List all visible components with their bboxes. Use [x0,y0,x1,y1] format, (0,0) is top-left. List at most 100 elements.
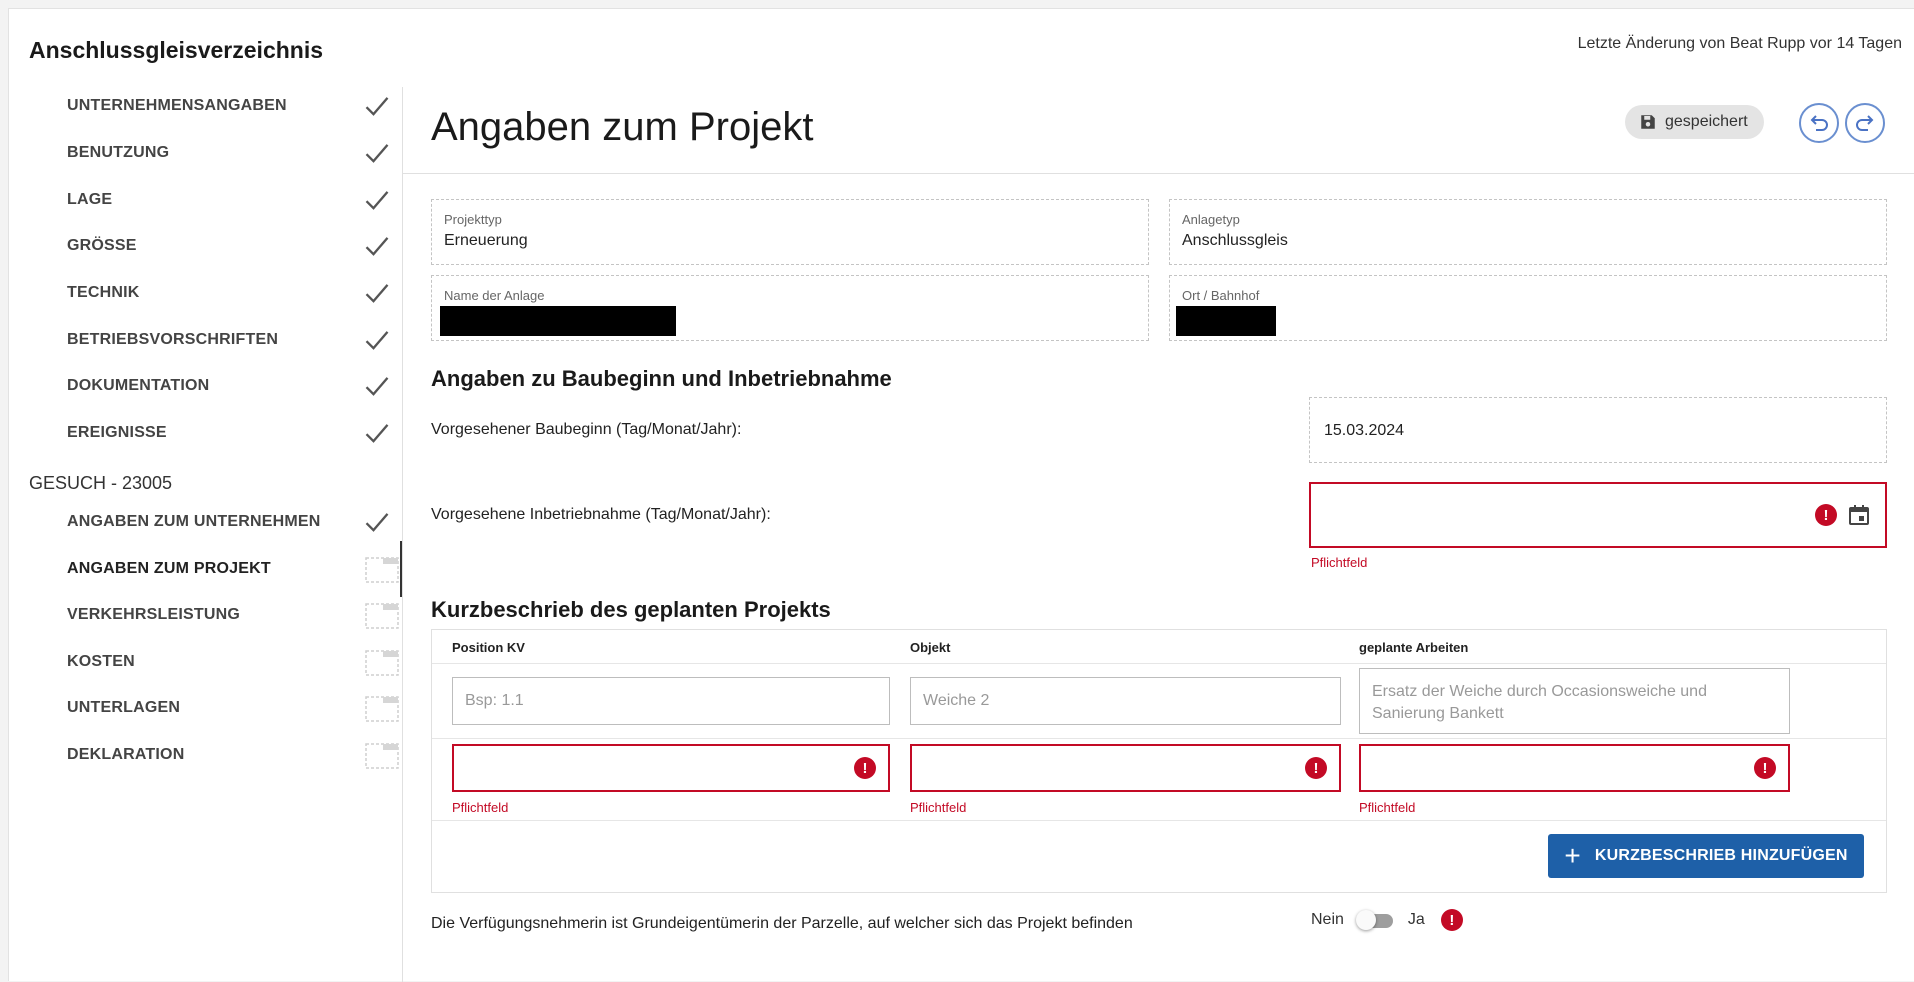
owner-toggle-group: Nein Ja ! [1311,909,1463,931]
add-kurzbeschrieb-button[interactable]: + KURZBESCHRIEB HINZUFÜGEN [1548,834,1864,878]
error-icon: ! [1440,909,1463,931]
error-icon: ! [854,757,876,779]
sidebar-item-ereignisse[interactable]: EREIGNISSE [67,417,403,449]
example-position-input[interactable]: Bsp: 1.1 [452,677,890,725]
position-input[interactable]: ! [452,744,890,792]
save-disk-icon [1641,115,1655,129]
sidebar-item-unterlagen[interactable]: UNTERLAGEN [67,692,403,724]
baubeginn-field: 15.03.2024 [1309,397,1887,463]
sidebar-item-label: ANGABEN ZUM PROJEKT [67,560,271,577]
sidebar-item-label: ANGABEN ZUM UNTERNEHMEN [67,513,321,530]
error-icon: ! [1815,504,1837,526]
check-icon [365,377,389,396]
projekttyp-field: Projekttyp Erneuerung [431,199,1149,265]
objekt-required-text: Pflichtfeld [910,800,967,815]
sidebar-item-label: UNTERLAGEN [67,699,181,716]
app-frame: Anschlussgleisverzeichnis Letzte Änderun… [8,8,1914,982]
sidebar-item-verkehrsleistung[interactable]: VERKEHRSLEISTUNG [67,599,403,631]
sidebar-item-lage[interactable]: LAGE [67,184,403,216]
redo-button[interactable] [1845,103,1885,143]
ort-bahnhof-field: Ort / Bahnhof [1169,275,1887,341]
app-title: Anschlussgleisverzeichnis [29,37,324,63]
name-anlage-field: Name der Anlage [431,275,1149,341]
column-header-objekt: Objekt [910,640,951,655]
check-icon [365,144,389,163]
sidebar-item-benutzung[interactable]: BENUTZUNG [67,137,403,169]
anlagetyp-field: Anlagetyp Anschlussgleis [1169,199,1887,265]
toggle-knob [1355,910,1376,930]
sidebar-item-angaben-unternehmen[interactable]: ANGABEN ZUM UNTERNEHMEN [67,506,403,538]
sidebar-item-label: VERKEHRSLEISTUNG [67,606,240,623]
anlagetyp-value: Anschlussgleis [1182,232,1288,249]
check-icon [365,331,389,350]
baubeginn-label: Vorgesehener Baubeginn (Tag/Monat/Jahr): [431,421,742,438]
check-icon [365,97,389,116]
undo-icon [1810,115,1828,131]
plus-icon: + [1564,840,1581,871]
arbeiten-required-text: Pflichtfeld [1359,800,1416,815]
name-anlage-label: Name der Anlage [444,288,545,303]
sidebar-item-betriebsvorschriften[interactable]: BETRIEBSVORSCHRIFTEN [67,324,403,356]
example-objekt-input[interactable]: Weiche 2 [910,677,1341,725]
error-icon: ! [1754,757,1776,779]
baubeginn-value: 15.03.2024 [1324,422,1405,439]
sidebar-item-dokumentation[interactable]: DOKUMENTATION [67,370,403,402]
arbeiten-input[interactable]: ! [1359,744,1790,792]
toggle-no-label: Nein [1311,911,1344,928]
example-arbeiten-input[interactable]: Ersatz der Weiche durch Occasionsweiche … [1359,668,1790,734]
form-pending-icon [365,603,399,629]
check-icon [365,237,389,256]
sidebar-item-label: DEKLARATION [67,746,185,763]
section-label-gesuch: GESUCH - 23005 [29,473,173,493]
sidebar-item-technik[interactable]: TECHNIK [67,277,403,309]
sidebar-item-angaben-projekt[interactable]: ANGABEN ZUM PROJEKT [67,553,403,585]
column-header-arbeiten: geplante Arbeiten [1359,640,1469,655]
saved-status-chip: gespeichert [1625,105,1764,139]
row-divider [432,820,1886,821]
owner-toggle-switch[interactable] [1355,909,1396,931]
inbetrieb-label: Vorgesehene Inbetriebnahme (Tag/Monat/Ja… [431,506,771,523]
undo-button[interactable] [1799,103,1839,143]
anlagetyp-label: Anlagetyp [1182,212,1240,227]
last-change-info: Letzte Änderung von Beat Rupp vor 14 Tag… [1577,35,1902,52]
ort-bahnhof-label: Ort / Bahnhof [1182,288,1260,303]
main-content: Angaben zum Projekt gespeichert Projektt… [403,81,1914,982]
sidebar-item-groesse[interactable]: GRÖSSE [67,230,403,262]
sidebar-item-unternehmensangaben[interactable]: UNTERNEHMENSANGABEN [67,90,403,122]
calendar-icon[interactable] [1847,503,1871,527]
row-divider [432,663,1886,664]
sidebar-item-label: EREIGNISSE [67,424,167,441]
column-header-position: Position KV [452,640,525,655]
sidebar-item-deklaration[interactable]: DEKLARATION [67,739,403,771]
page-title: Angaben zum Projekt [431,105,814,149]
kurzbeschrieb-table: Position KV Objekt geplante Arbeiten Bsp… [431,629,1887,893]
kurzbeschrieb-heading: Kurzbeschrieb des geplanten Projekts [431,597,831,622]
objekt-input[interactable]: ! [910,744,1341,792]
projekttyp-label: Projekttyp [444,212,502,227]
owner-question: Die Verfügungsnehmerin ist Grundeigentüm… [431,915,1133,932]
saved-status-label: gespeichert [1665,113,1748,130]
sidebar-item-kosten[interactable]: KOSTEN [67,646,403,678]
sidebar-item-label: KOSTEN [67,653,135,670]
check-icon [365,424,389,443]
inbetrieb-date-input[interactable]: ! [1309,482,1887,548]
form-pending-icon [365,557,399,583]
error-icon: ! [1305,757,1327,779]
check-icon [365,513,389,532]
row-divider [432,738,1886,739]
sidebar-item-label: TECHNIK [67,284,140,301]
toggle-yes-label: Ja [1407,911,1425,928]
form-pending-icon [365,650,399,676]
check-icon [365,284,389,303]
sidebar-item-label: BENUTZUNG [67,144,170,161]
sidebar-item-label: UNTERNEHMENSANGABEN [67,97,287,114]
sidebar: UNTERNEHMENSANGABEN BENUTZUNG LAGE GRÖSS… [9,89,403,982]
sidebar-item-label: BETRIEBSVORSCHRIFTEN [67,331,279,348]
projekttyp-value: Erneuerung [444,232,528,249]
redacted-block [1176,306,1276,336]
schedule-heading: Angaben zu Baubeginn und Inbetriebnahme [431,366,892,391]
sidebar-item-label: LAGE [67,191,113,208]
check-icon [365,191,389,210]
sidebar-item-label: GRÖSSE [67,237,137,254]
form-pending-icon [365,743,399,769]
